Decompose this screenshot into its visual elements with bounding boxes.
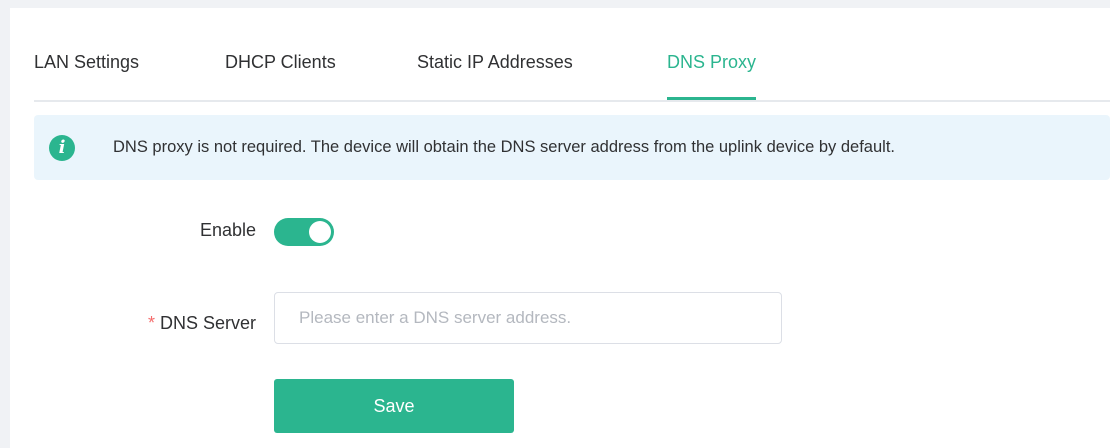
dns-proxy-panel: LAN Settings DHCP Clients Static IP Addr…: [10, 8, 1110, 448]
toggle-knob: [309, 221, 331, 243]
tab-lan-settings[interactable]: LAN Settings: [34, 44, 139, 98]
tab-static-ip-addresses[interactable]: Static IP Addresses: [417, 44, 573, 98]
enable-label: Enable: [199, 220, 256, 240]
dns-server-label-row: * DNS Server: [148, 310, 256, 336]
notice-text: DNS proxy is not required. The device wi…: [113, 138, 895, 156]
save-button[interactable]: Save: [274, 379, 514, 433]
info-notice: i DNS proxy is not required. The device …: [34, 115, 1110, 180]
dns-server-input[interactable]: [274, 292, 782, 344]
tab-dhcp-clients[interactable]: DHCP Clients: [225, 44, 336, 98]
dns-server-label: DNS Server: [159, 313, 256, 333]
info-icon: i: [49, 135, 75, 161]
required-mark: *: [147, 313, 155, 333]
enable-toggle[interactable]: [274, 218, 334, 246]
tab-dns-proxy[interactable]: DNS Proxy: [667, 44, 757, 100]
tab-bar: LAN Settings DHCP Clients Static IP Addr…: [34, 44, 1110, 102]
